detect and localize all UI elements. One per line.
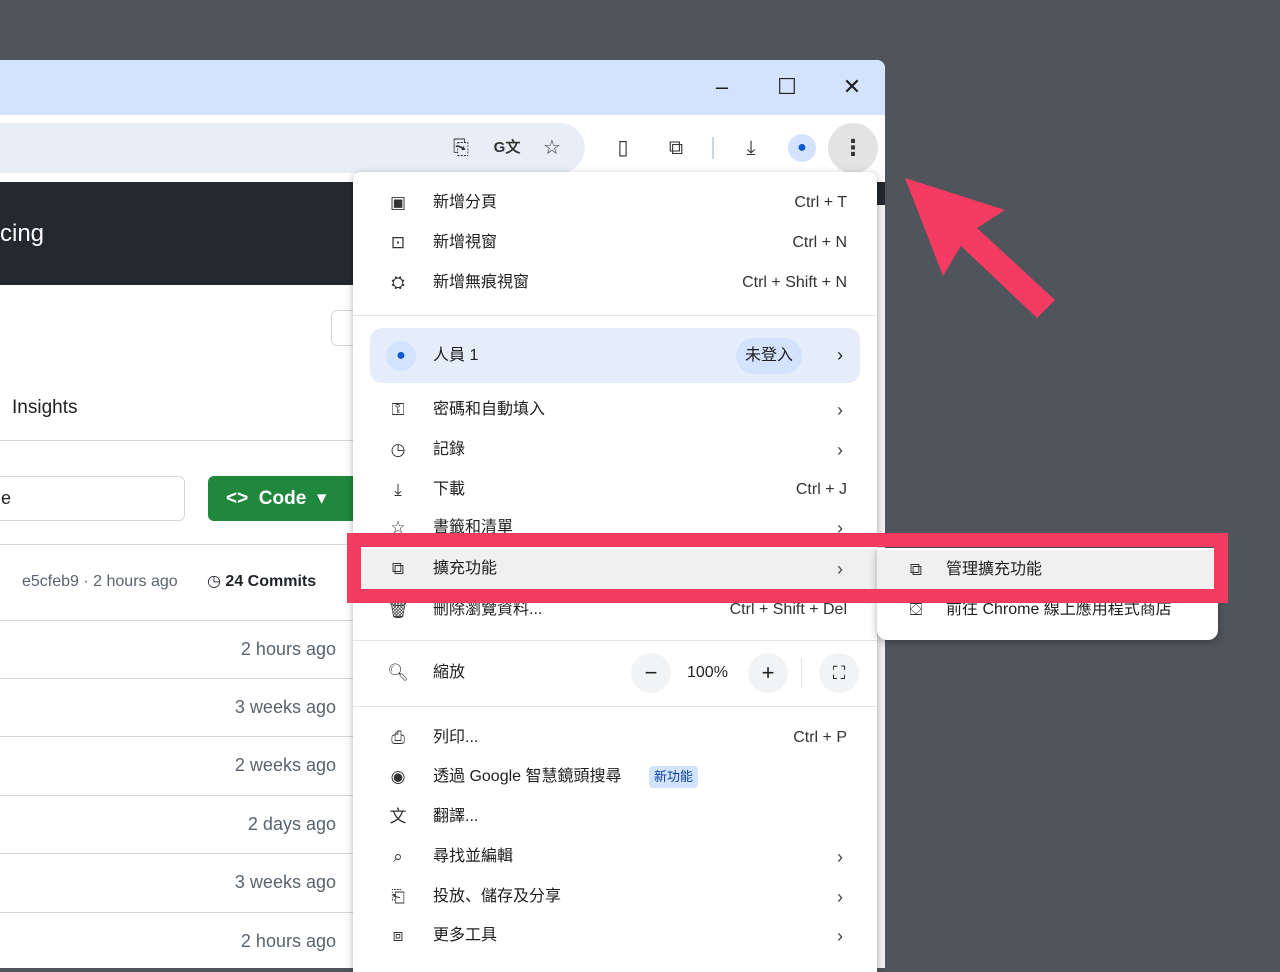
menu-passwords[interactable]: ⚿ 密碼和自動填入 › xyxy=(353,390,877,430)
label: 下載 xyxy=(433,481,466,498)
new-feature-badge: 新功能 xyxy=(649,766,699,788)
divider xyxy=(801,658,802,688)
key-icon: ⚿ xyxy=(391,400,405,419)
close-button[interactable]: ✕ xyxy=(832,72,872,102)
shortcut: Ctrl + N xyxy=(792,234,847,251)
new-window-icon: ⊡ xyxy=(390,233,406,252)
translate-icon[interactable]: G文 xyxy=(491,132,523,164)
chevron-right-icon: › xyxy=(837,400,843,420)
code-icon: <> xyxy=(226,488,249,509)
history-icon: ◷ xyxy=(207,573,221,590)
label: 翻譯... xyxy=(433,808,479,825)
profile-icon[interactable]: ● xyxy=(788,134,816,162)
chevron-right-icon: › xyxy=(837,926,843,946)
signed-out-badge: 未登入 xyxy=(736,338,803,374)
maximize-button[interactable]: ☐ xyxy=(767,72,807,102)
menu-history[interactable]: ◷ 記錄 › xyxy=(353,430,877,470)
chevron-right-icon: › xyxy=(837,847,843,867)
file-time: 2 weeks ago xyxy=(234,755,336,775)
menu-cast[interactable]: ⎗ 投放、儲存及分享 › xyxy=(353,877,877,917)
label: 新增分頁 xyxy=(433,194,498,211)
cast-icon: ⎗ xyxy=(391,887,405,906)
zoom-in-button[interactable]: + xyxy=(748,653,788,693)
zoom-icon: 🔍︎ xyxy=(387,663,409,682)
label: 透過 Google 智慧鏡頭搜尋 xyxy=(433,768,622,785)
more-menu-icon[interactable]: ⋮ xyxy=(828,123,878,173)
chevron-right-icon: › xyxy=(837,887,843,907)
menu-lens[interactable]: ◉ 透過 Google 智慧鏡頭搜尋 新功能 xyxy=(353,757,877,797)
shortcut: Ctrl + Shift + N xyxy=(742,274,847,291)
file-time: 3 weeks ago xyxy=(234,697,336,717)
menu-translate[interactable]: 文 翻譯... xyxy=(353,797,877,837)
toolbar-divider xyxy=(712,137,714,159)
menu-downloads[interactable]: ⤓ 下載 Ctrl + J xyxy=(353,470,877,510)
label: 縮放 xyxy=(433,664,466,681)
find-icon: ⌕ xyxy=(393,847,403,866)
label: 新增視窗 xyxy=(433,234,498,251)
install-app-icon[interactable]: ⎘ xyxy=(445,132,477,164)
menu-more-tools[interactable]: ⧈ 更多工具 › xyxy=(353,916,877,956)
title-bar: – ☐ ✕ xyxy=(0,60,885,115)
header-text: cing xyxy=(0,220,45,247)
file-time: 2 days ago xyxy=(247,814,336,834)
commit-hash: e5cfeb9 · 2 hours ago xyxy=(22,573,178,590)
label: 密碼和自動填入 xyxy=(433,401,546,418)
bookmark-star-icon[interactable]: ☆ xyxy=(536,132,568,164)
file-time: 2 hours ago xyxy=(240,639,336,659)
menu-incognito[interactable]: ⛭ 新增無痕視窗 Ctrl + Shift + N xyxy=(353,263,877,303)
file-time: 3 weeks ago xyxy=(234,872,336,892)
shortcut: Ctrl + T xyxy=(794,194,847,211)
extensions-icon[interactable]: ⧉ xyxy=(660,132,692,164)
minimize-button[interactable]: – xyxy=(702,72,742,102)
mouse-extension-icon[interactable]: ▯ xyxy=(607,132,639,164)
toolbox-icon: ⧈ xyxy=(392,926,404,945)
profile-avatar-icon: ● xyxy=(386,341,416,371)
label: 列印... xyxy=(433,729,479,746)
search-input[interactable]: e xyxy=(0,476,185,521)
pointer-arrow-icon xyxy=(905,178,1055,318)
menu-profile[interactable]: ● 人員 1 未登入 › xyxy=(370,328,860,383)
profile-label: 人員 1 xyxy=(433,347,479,364)
code-label: Code xyxy=(258,488,307,509)
menu-zoom: 🔍︎ 縮放 − 100% + ⛶ xyxy=(353,653,877,693)
label: 記錄 xyxy=(433,441,466,458)
download-icon[interactable]: ⤓ xyxy=(735,132,767,164)
menu-new-tab[interactable]: ▣ 新增分頁 Ctrl + T xyxy=(353,183,877,223)
label: 尋找並編輯 xyxy=(433,848,514,865)
incognito-icon: ⛭ xyxy=(391,273,405,292)
commits-count: 24 Commits xyxy=(225,573,317,590)
translate-icon: 文 xyxy=(389,807,407,826)
label: 更多工具 xyxy=(433,927,498,944)
chevron-right-icon: › xyxy=(837,345,843,365)
highlight-box xyxy=(347,533,1228,603)
history-icon: ◷ xyxy=(390,440,406,459)
download-icon: ⤓ xyxy=(394,480,402,499)
chevron-right-icon: › xyxy=(837,440,843,460)
menu-new-window[interactable]: ⊡ 新增視窗 Ctrl + N xyxy=(353,223,877,263)
file-time: 2 hours ago xyxy=(240,931,336,951)
code-button[interactable]: <> Code ▾ xyxy=(208,476,358,521)
menu-print[interactable]: ⎙ 列印... Ctrl + P xyxy=(353,718,877,758)
label: 投放、儲存及分享 xyxy=(433,888,562,905)
new-tab-icon: ▣ xyxy=(389,193,407,212)
menu-find[interactable]: ⌕ 尋找並編輯 › xyxy=(353,837,877,877)
label: 新增無痕視窗 xyxy=(433,274,530,291)
shortcut: Ctrl + P xyxy=(793,729,847,746)
zoom-out-button[interactable]: − xyxy=(631,653,671,693)
commits-link[interactable]: ◷ 24 Commits xyxy=(207,571,316,591)
lens-icon: ◉ xyxy=(390,767,406,786)
fullscreen-icon[interactable]: ⛶ xyxy=(819,653,859,693)
shortcut: Ctrl + J xyxy=(795,481,847,498)
zoom-level: 100% xyxy=(687,664,728,681)
printer-icon: ⎙ xyxy=(391,728,405,747)
tab-insights[interactable]: Insights xyxy=(12,397,77,419)
